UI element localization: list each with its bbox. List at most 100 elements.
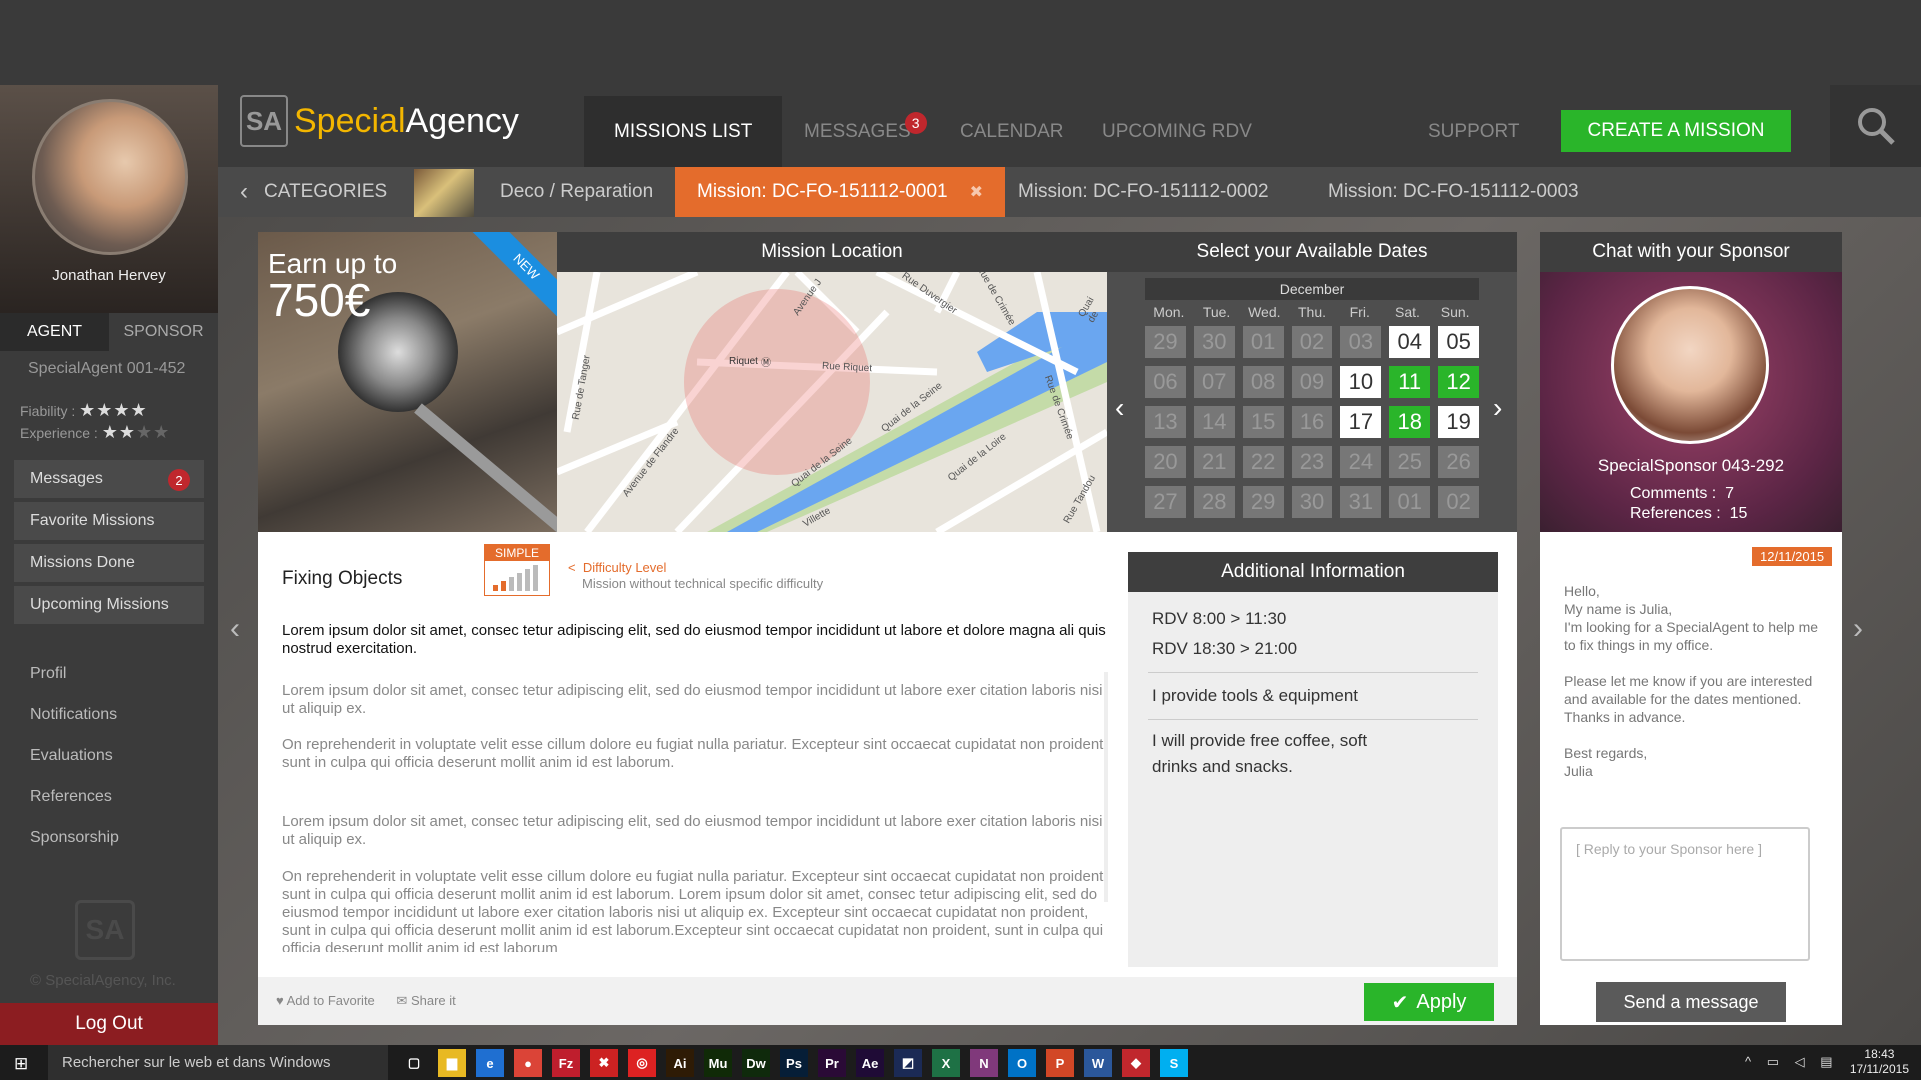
mission-promo-image: Earn up to 750€ NEW [258, 232, 558, 532]
calendar-week: 06 07 08 09 10 11 12 [1145, 366, 1480, 398]
share-link[interactable]: ✉ Share it [396, 993, 455, 1008]
rdv-slot: RDV 8:00 > 11:30 [1152, 609, 1287, 628]
nav-messages[interactable]: MESSAGES 3 [804, 96, 927, 167]
description-scrollbar[interactable] [1104, 672, 1108, 902]
after-effects-icon[interactable]: Ae [856, 1049, 884, 1077]
calendar-month: December [1145, 278, 1479, 300]
edge-icon[interactable]: e [476, 1049, 504, 1077]
premiere-icon[interactable]: Pr [818, 1049, 846, 1077]
categories-label: CATEGORIES [264, 181, 388, 202]
taskbar-apps: ▢ ▆ e ● Fz ✖ ◎ Ai Mu Dw Ps Pr Ae ◩ X N O P W ◆ S [400, 1049, 1188, 1077]
system-tray-icons[interactable]: ^ ▭ ◁ ▤ [1745, 1054, 1839, 1070]
sidebar-link-notifications[interactable]: Notifications [30, 694, 119, 735]
calendar-day: 14 [1193, 406, 1235, 438]
app-x-icon[interactable]: ✖ [590, 1049, 618, 1077]
dreamweaver-icon[interactable]: Dw [742, 1049, 770, 1077]
calendar-week: 13 14 15 16 17 18 19 [1145, 406, 1480, 438]
close-icon[interactable]: ✖ [970, 182, 983, 202]
search-button[interactable] [1830, 85, 1921, 167]
skype-icon[interactable]: S [1160, 1049, 1188, 1077]
muse-icon[interactable]: Mu [704, 1049, 732, 1077]
calendar-prev-icon[interactable]: ‹ [1115, 392, 1124, 424]
calendar-day[interactable]: 19 [1438, 406, 1480, 438]
sidebar-link-sponsorship[interactable]: Sponsorship [30, 817, 119, 858]
taskbar-search[interactable]: Rechercher sur le web et dans Windows [48, 1045, 388, 1080]
calendar-header: Select your Available Dates [1107, 232, 1517, 272]
prev-arrow-icon[interactable]: ‹ [230, 612, 240, 646]
next-arrow-icon[interactable]: › [1853, 612, 1863, 646]
sidebar-item-upcoming-missions[interactable]: Upcoming Missions [14, 586, 204, 624]
calendar-weekdays: Mon. Tue. Wed. Thu. Fri. Sat. Sun. [1153, 304, 1470, 320]
sidebar-item-missions-done[interactable]: Missions Done [14, 544, 204, 582]
tab-agent[interactable]: AGENT [0, 313, 109, 351]
taskbar-clock[interactable]: 18:43 17/11/2015 [1850, 1047, 1909, 1077]
app-blue-icon[interactable]: ◩ [894, 1049, 922, 1077]
create-mission-button[interactable]: CREATE A MISSION [1561, 110, 1791, 152]
tab-sponsor[interactable]: SPONSOR [109, 313, 218, 351]
word-icon[interactable]: W [1084, 1049, 1112, 1077]
nav-upcoming-rdv[interactable]: UPCOMING RDV [1102, 96, 1252, 167]
difficulty-badge: SIMPLE [484, 544, 550, 596]
sponsor-avatar [1611, 286, 1769, 444]
metro-icon: Ⓜ [761, 358, 771, 369]
sponsor-stats: Comments : 7 References : 15 [1630, 485, 1748, 522]
agent-avatar [32, 99, 188, 255]
outlook-icon[interactable]: O [1008, 1049, 1036, 1077]
calendar-day[interactable]: 17 [1340, 406, 1382, 438]
tab-mission-0003[interactable]: Mission: DC-FO-151112-0003 [1328, 167, 1579, 217]
calendar-day[interactable]: 12 [1438, 366, 1480, 398]
mission-paragraph: Lorem ipsum dolor sit amet, consec tetur… [282, 813, 1103, 848]
sidebar-link-references[interactable]: References [30, 776, 119, 817]
tab-mission-0002[interactable]: Mission: DC-FO-151112-0002 [1018, 167, 1269, 217]
fiability-stars: ★★★★ [79, 400, 148, 420]
mission-map[interactable]: Avenue de Flandre Rue de Tanger Riquet Ⓜ… [557, 272, 1107, 532]
chrome-icon[interactable]: ● [514, 1049, 542, 1077]
sidebar-item-messages[interactable]: Messages 2 [14, 460, 204, 498]
sidebar-item-label: Missions Done [30, 554, 135, 571]
sidebar-item-favorite-missions[interactable]: Favorite Missions [14, 502, 204, 540]
calendar-day: 29 [1145, 326, 1186, 358]
calendar-day: 30 [1291, 486, 1333, 518]
powerpoint-icon[interactable]: P [1046, 1049, 1074, 1077]
info-tools: I provide tools & equipment [1152, 686, 1359, 705]
calendar-next-icon[interactable]: › [1493, 392, 1502, 424]
calendar-day[interactable]: 18 [1389, 406, 1431, 438]
category-deco-reparation[interactable]: Deco / Reparation [500, 167, 653, 217]
explorer-icon[interactable]: ▆ [438, 1049, 466, 1077]
categories-back[interactable]: ‹ CATEGORIES [240, 167, 387, 217]
additional-info-title: Additional Information [1128, 552, 1498, 592]
apply-button[interactable]: ✔ Apply [1364, 983, 1494, 1021]
excel-icon[interactable]: X [932, 1049, 960, 1077]
nav-missions-list[interactable]: MISSIONS LIST [584, 96, 783, 167]
calendar-day[interactable]: 11 [1389, 366, 1431, 398]
mission-title: Fixing Objects [282, 568, 403, 589]
reply-textarea[interactable]: [ Reply to your Sponsor here ] [1560, 827, 1810, 961]
sidebar-link-evaluations[interactable]: Evaluations [30, 735, 119, 776]
app-logo[interactable]: SA SpecialAgency [240, 95, 519, 147]
calendar-day: 08 [1242, 366, 1284, 398]
filezilla-icon[interactable]: Fz [552, 1049, 580, 1077]
windows-start-icon[interactable]: ⊞ [14, 1054, 28, 1074]
sponsor-profile: SpecialSponsor 043-292 Comments : 7 Refe… [1540, 272, 1842, 532]
tab-mission-0001[interactable]: Mission: DC-FO-151112-0001 ✖ [675, 167, 1006, 217]
calendar-day: 23 [1291, 446, 1333, 478]
divider [1148, 719, 1478, 720]
logout-button[interactable]: Log Out [0, 1003, 218, 1045]
add-favorite-link[interactable]: ♥ Add to Favorite [276, 993, 375, 1008]
nav-messages-badge: 3 [904, 112, 927, 134]
agent-profile: Jonathan Hervey [0, 85, 218, 313]
sidebar-link-profil[interactable]: Profil [30, 653, 119, 694]
calendar-day[interactable]: 05 [1438, 326, 1480, 358]
calendar-day[interactable]: 10 [1340, 366, 1382, 398]
photoshop-icon[interactable]: Ps [780, 1049, 808, 1077]
app-cube-icon[interactable]: ◆ [1122, 1049, 1150, 1077]
send-message-button[interactable]: Send a message [1596, 982, 1786, 1022]
task-view-icon[interactable]: ▢ [400, 1049, 428, 1077]
copyright: © SpecialAgency, Inc. [30, 972, 176, 989]
illustrator-icon[interactable]: Ai [666, 1049, 694, 1077]
nav-support[interactable]: SUPPORT [1428, 96, 1520, 167]
onenote-icon[interactable]: N [970, 1049, 998, 1077]
calendar-day[interactable]: 04 [1389, 326, 1431, 358]
app-red-icon[interactable]: ◎ [628, 1049, 656, 1077]
nav-calendar[interactable]: CALENDAR [960, 96, 1063, 167]
